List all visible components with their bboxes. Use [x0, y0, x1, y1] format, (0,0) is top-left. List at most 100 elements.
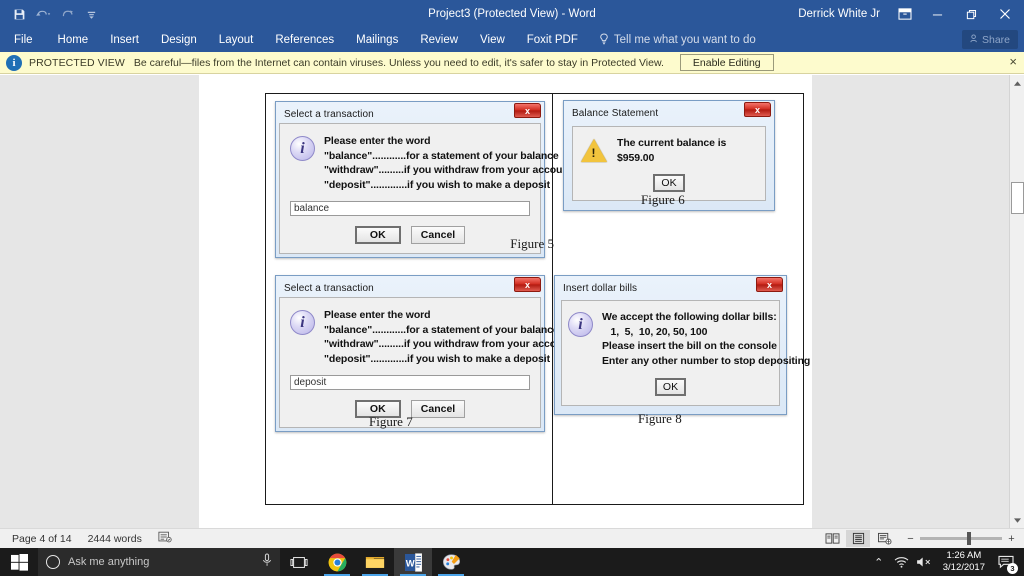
tab-insert[interactable]: Insert — [99, 28, 150, 52]
clock[interactable]: 1:26 AM 3/12/2017 — [937, 548, 991, 576]
notification-center-button[interactable]: 3 — [992, 548, 1020, 576]
lightbulb-icon — [599, 33, 609, 48]
clock-date: 3/12/2017 — [943, 562, 985, 574]
zoom-in-button[interactable]: + — [1007, 533, 1016, 545]
undo-icon[interactable] — [32, 3, 54, 25]
dialog-message-line: "deposit".............if you wish to mak… — [324, 352, 572, 367]
info-icon: i — [290, 134, 324, 192]
page-number-status[interactable]: Page 4 of 14 — [4, 533, 80, 545]
redo-icon[interactable] — [56, 3, 78, 25]
proofing-errors-icon[interactable] — [150, 531, 180, 546]
dialog-message-line: Please enter the word — [324, 134, 572, 149]
tab-home[interactable]: Home — [47, 28, 100, 52]
share-button[interactable]: Share — [962, 30, 1018, 49]
search-placeholder: Ask me anything — [68, 556, 149, 568]
taskbar-item-word[interactable]: W — [394, 548, 432, 576]
tell-me-box[interactable]: Tell me what you want to do — [599, 33, 756, 48]
zoom-thumb[interactable] — [967, 532, 971, 545]
dialog-title: Balance Statement — [572, 108, 658, 119]
tell-me-label: Tell me what you want to do — [614, 34, 756, 46]
account-name[interactable]: Derrick White Jr — [798, 8, 880, 20]
tab-file[interactable]: File — [0, 28, 47, 52]
ok-button[interactable]: OK — [355, 226, 401, 244]
taskbar-item-paint[interactable] — [432, 548, 470, 576]
word-count-status[interactable]: 2444 words — [80, 533, 150, 545]
info-icon: i — [290, 308, 324, 366]
save-icon[interactable] — [8, 3, 30, 25]
zoom-out-button[interactable]: − — [906, 533, 915, 545]
cancel-button[interactable]: Cancel — [411, 400, 465, 418]
show-hidden-icons-button[interactable]: ⌃ — [868, 548, 890, 576]
dialog-select-a-transaction-deposit: Select a transaction x i Please enter th… — [275, 275, 545, 432]
scroll-down-arrow-icon[interactable] — [1010, 512, 1024, 528]
zoom-slider[interactable]: − + — [906, 533, 1020, 545]
dialog-message: Please enter the word "balance".........… — [324, 308, 572, 366]
notification-count-badge: 3 — [1007, 563, 1018, 574]
dialog-message-line: "balance"............for a statement of … — [324, 149, 572, 164]
taskbar-item-chrome[interactable] — [318, 548, 356, 576]
info-icon: i — [568, 310, 602, 368]
warning-icon — [581, 136, 617, 165]
close-icon[interactable]: x — [756, 277, 783, 292]
minimize-button[interactable] — [920, 0, 954, 28]
tab-foxit-pdf[interactable]: Foxit PDF — [516, 28, 589, 52]
quick-access-toolbar — [0, 3, 102, 25]
figure-table: Select a transaction x i Please enter th… — [265, 93, 804, 505]
ribbon-tab-bar: File Home Insert Design Layout Reference… — [0, 28, 1024, 52]
cancel-button[interactable]: Cancel — [411, 226, 465, 244]
dialog-title: Select a transaction — [284, 283, 374, 294]
dialog-title: Insert dollar bills — [563, 283, 637, 294]
restore-button[interactable] — [954, 0, 988, 28]
scroll-up-arrow-icon[interactable] — [1010, 75, 1024, 91]
share-label: Share — [982, 34, 1010, 46]
read-mode-view-button[interactable] — [820, 530, 844, 547]
svg-text:W: W — [405, 558, 414, 569]
dialog-select-a-transaction-balance: Select a transaction x i Please enter th… — [275, 101, 545, 258]
tab-review[interactable]: Review — [409, 28, 469, 52]
tab-layout[interactable]: Layout — [208, 28, 265, 52]
ok-button[interactable]: OK — [653, 174, 684, 192]
tab-view[interactable]: View — [469, 28, 516, 52]
close-icon[interactable]: x — [514, 103, 541, 118]
table-cell-figure-6: Balance Statement x The current balance … — [553, 94, 803, 270]
scrollbar-thumb[interactable] — [1011, 182, 1024, 214]
dialog-title-bar: Select a transaction x — [279, 105, 541, 123]
wifi-icon[interactable] — [891, 548, 913, 576]
zoom-track[interactable] — [920, 537, 1002, 540]
close-icon[interactable]: x — [514, 277, 541, 292]
title-bar: Project3 (Protected View) - Word Derrick… — [0, 0, 1024, 28]
volume-muted-icon[interactable] — [914, 548, 936, 576]
close-button[interactable] — [988, 0, 1022, 28]
ok-button[interactable]: OK — [655, 378, 686, 396]
document-canvas[interactable]: CS 300-01 Spring Semester 2017 Select a … — [0, 75, 1024, 528]
dialog-insert-dollar-bills: Insert dollar bills x i We accept the fo… — [554, 275, 787, 415]
protected-view-badge: PROTECTED VIEW — [29, 57, 125, 69]
word-application-window: Project3 (Protected View) - Word Derrick… — [0, 0, 1024, 576]
transaction-input[interactable]: deposit — [290, 375, 530, 390]
share-person-icon — [970, 34, 979, 46]
transaction-input[interactable]: balance — [290, 201, 530, 216]
microphone-icon[interactable] — [262, 553, 272, 572]
info-shield-icon: i — [6, 55, 22, 71]
taskbar-app-list: W — [280, 548, 470, 576]
customize-qat-icon[interactable] — [80, 3, 102, 25]
print-layout-view-button[interactable] — [846, 530, 870, 547]
dialog-message-line: The current balance is — [617, 136, 757, 151]
web-layout-view-button[interactable] — [872, 530, 896, 547]
close-icon[interactable]: × — [1009, 55, 1017, 69]
taskbar-item-file-explorer[interactable] — [356, 548, 394, 576]
dialog-message-line: "withdraw".........if you withdraw from … — [324, 337, 572, 352]
vertical-scrollbar[interactable] — [1009, 75, 1024, 528]
search-input[interactable]: Ask me anything — [38, 548, 280, 576]
start-button[interactable] — [0, 548, 38, 576]
close-icon[interactable]: x — [744, 102, 771, 117]
clock-time: 1:26 AM — [946, 550, 981, 562]
figure-caption-8: Figure 8 — [638, 411, 682, 427]
tab-mailings[interactable]: Mailings — [345, 28, 409, 52]
tab-references[interactable]: References — [264, 28, 345, 52]
enable-editing-button[interactable]: Enable Editing — [680, 54, 774, 71]
tab-design[interactable]: Design — [150, 28, 208, 52]
dialog-message-line: 1, 5, 10, 20, 50, 100 — [602, 325, 810, 340]
ribbon-display-options-icon[interactable] — [890, 0, 920, 28]
task-view-button[interactable] — [280, 548, 318, 576]
